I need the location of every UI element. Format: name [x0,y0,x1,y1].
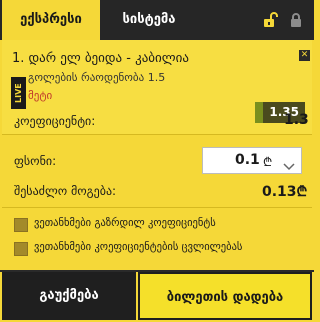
stake-amount[interactable]: 0.1 [235,152,260,168]
tab-express[interactable]: ექსპრესი [2,0,100,40]
possible-win-value: 0.13₾ [262,184,308,200]
stake-label: ფსონი: [14,154,57,168]
close-icon[interactable]: ✕ [299,50,310,61]
divider [2,207,312,208]
stake-input[interactable]: 0.1 ₾ [202,147,302,174]
cancel-button[interactable]: გაუქმება [2,272,136,320]
unlock-icon[interactable] [262,12,278,28]
chevron-down-icon[interactable] [283,156,295,175]
tab-system[interactable]: სისტემა [100,0,198,40]
bet-slip-tabs: ექსპრესი სისტემა [0,0,314,40]
possible-win-label: შესაძლო მოგება: [14,184,117,198]
option-label: ვეთანხმები კოეფიციენტების ცვლილებას [34,241,243,253]
coefficient-value: 1.3 [284,112,309,128]
lock-icon[interactable] [288,12,304,28]
place-bet-button[interactable]: ბილეთის დადება [138,272,312,320]
match-title: 1. დარ ელ ბეიდა - კაბილია [12,51,189,66]
selection-name: მეტი [28,89,53,102]
checkbox[interactable] [14,242,28,256]
live-badge: LIVE [11,77,26,109]
market-name: გოლების რაოდენობა 1.5 [28,71,166,84]
option-label: ვეთანხმები გაზრდილ კოეფიციენტს [34,217,216,229]
divider [2,134,312,135]
checkbox[interactable] [14,218,28,232]
currency-icon: ₾ [263,155,273,169]
coefficient-label: კოეფიციენტი: [14,114,96,128]
